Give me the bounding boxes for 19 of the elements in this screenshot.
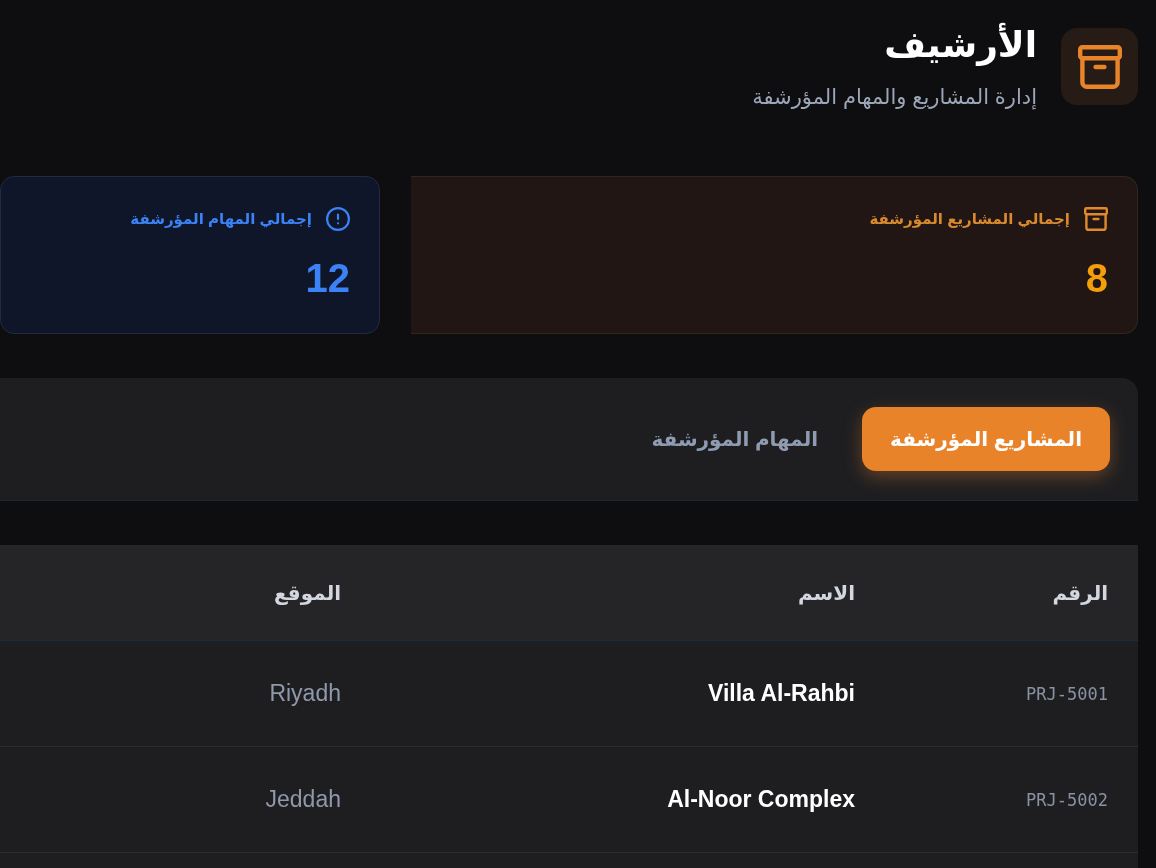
stat-label: إجمالي المهام المؤرشفة bbox=[130, 209, 312, 229]
project-location: Riyadh bbox=[269, 680, 341, 707]
column-header: الموقع bbox=[273, 580, 341, 605]
project-name: Al-Noor Complex bbox=[667, 786, 855, 813]
stat-label: إجمالي المشاريع المؤرشفة bbox=[869, 209, 1070, 229]
project-name: Villa Al-Rahbi bbox=[708, 680, 855, 707]
tab[interactable]: المهام المؤرشفة bbox=[623, 407, 847, 471]
alert-circle-icon bbox=[326, 207, 350, 231]
project-location: Jeddah bbox=[265, 786, 341, 813]
archive-box-icon bbox=[1061, 28, 1138, 105]
column-header: الرقم bbox=[1052, 580, 1108, 605]
page-subtitle: إدارة المشاريع والمهام المؤرشفة bbox=[752, 83, 1037, 111]
stat-value: 8 bbox=[1085, 256, 1108, 300]
project-id: PRJ-5002 bbox=[1026, 789, 1108, 810]
archive-box-icon bbox=[1084, 207, 1108, 231]
column-header: الاسم bbox=[797, 580, 855, 605]
project-id: PRJ-5001 bbox=[1026, 683, 1108, 704]
page-title: الأرشيف bbox=[883, 22, 1037, 67]
stat-value: 12 bbox=[305, 256, 350, 300]
